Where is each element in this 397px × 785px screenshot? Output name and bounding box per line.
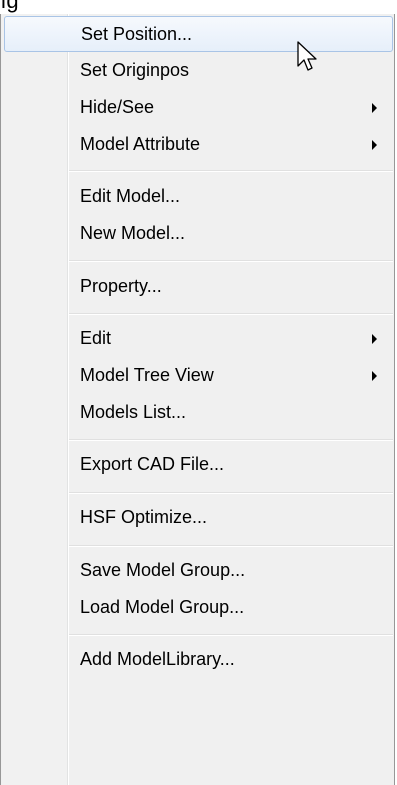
menu-item-label: Set Position... xyxy=(81,24,193,44)
menu-item-model-tree-view[interactable]: Model Tree View xyxy=(4,358,393,394)
submenu-arrow-icon xyxy=(372,103,377,113)
menu-item-set-originpos[interactable]: Set Originpos xyxy=(4,53,393,89)
menu-item-label: Property... xyxy=(80,276,162,296)
menu-item-edit-model[interactable]: Edit Model... xyxy=(4,179,393,215)
menu-item-new-model[interactable]: New Model... xyxy=(4,216,393,252)
menu-item-label: Model Tree View xyxy=(80,365,214,385)
menu-item-label: Add ModelLibrary... xyxy=(80,649,235,669)
menu-item-hide-see[interactable]: Hide/See xyxy=(4,90,393,126)
menu-item-label: Hide/See xyxy=(80,97,155,117)
menu-item-set-position[interactable]: Set Position... xyxy=(4,16,393,52)
menu-item-hsf-optimize[interactable]: HSF Optimize... xyxy=(4,500,393,536)
menu-item-label: Load Model Group... xyxy=(80,597,245,617)
menu-separator xyxy=(69,634,393,636)
menu-item-label: Edit xyxy=(80,328,112,348)
menu-separator xyxy=(69,170,393,172)
menu-item-models-list[interactable]: Models List... xyxy=(4,395,393,431)
menu-item-label: Edit Model... xyxy=(80,186,181,206)
menu-item-model-attribute[interactable]: Model Attribute xyxy=(4,127,393,163)
menu-separator xyxy=(69,439,393,441)
menu-item-label: New Model... xyxy=(80,223,186,243)
submenu-arrow-icon xyxy=(372,334,377,344)
menu-item-load-model-group[interactable]: Load Model Group... xyxy=(4,590,393,626)
menu-item-label: Save Model Group... xyxy=(80,560,246,580)
menu-item-add-modellibrary[interactable]: Add ModelLibrary... xyxy=(4,642,393,678)
menu-separator xyxy=(69,492,393,494)
menu-separator xyxy=(69,260,393,262)
mouse-cursor-icon xyxy=(297,41,317,71)
clipped-title-text: ig xyxy=(1,0,20,13)
menu-item-label: Model Attribute xyxy=(80,134,201,154)
menu-item-save-model-group[interactable]: Save Model Group... xyxy=(4,553,393,589)
menu-item-label: Set Originpos xyxy=(80,60,190,80)
menu-item-export-cad-file[interactable]: Export CAD File... xyxy=(4,447,393,483)
menu-item-label: HSF Optimize... xyxy=(80,507,208,527)
context-menu: Set Position... Set Originpos Hide/See M… xyxy=(0,14,395,785)
submenu-arrow-icon xyxy=(372,371,377,381)
window-title-fragment: ig xyxy=(0,0,397,14)
submenu-arrow-icon xyxy=(372,140,377,150)
menu-item-property[interactable]: Property... xyxy=(4,269,393,305)
menu-item-label: Export CAD File... xyxy=(80,454,225,474)
menu-separator xyxy=(69,545,393,547)
menu-item-label: Models List... xyxy=(80,402,187,422)
menu-separator xyxy=(69,313,393,315)
menu-item-edit[interactable]: Edit xyxy=(4,321,393,357)
